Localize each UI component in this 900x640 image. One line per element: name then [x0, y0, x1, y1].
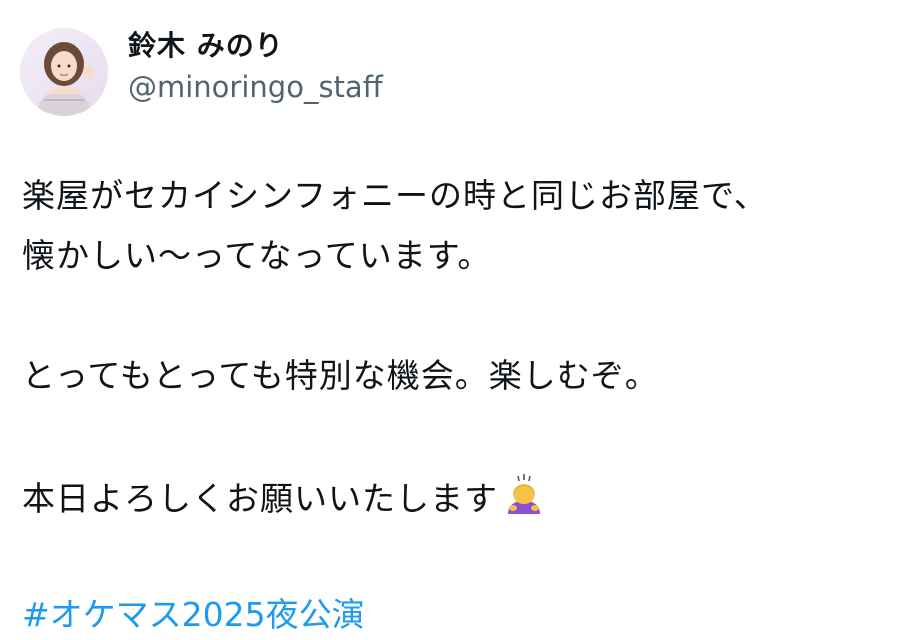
tweet-card: 鈴木 みのり @minoringo_staff 楽屋がセカイシンフォニーの時と同…	[0, 0, 900, 640]
hashtag-link[interactable]: #オケマス2025夜公演	[22, 588, 365, 636]
post-text-span: 本日よろしくお願いいたします	[22, 479, 498, 518]
post-text-line: 懐かしい〜ってなっています。	[22, 236, 492, 275]
person-bowing-emoji-icon	[502, 472, 546, 525]
user-handle[interactable]: @minoringo_staff	[128, 70, 383, 104]
post-text-line: とってもとっても特別な機会。楽しむぞ。	[22, 356, 659, 395]
post-text-line: 楽屋がセカイシンフォニーの時と同じお部屋で、	[22, 176, 768, 215]
post-text-line: 本日よろしくお願いいたします	[22, 472, 546, 525]
display-name[interactable]: 鈴木 みのり	[128, 24, 284, 64]
avatar[interactable]	[20, 28, 108, 116]
avatar-image	[20, 28, 108, 116]
